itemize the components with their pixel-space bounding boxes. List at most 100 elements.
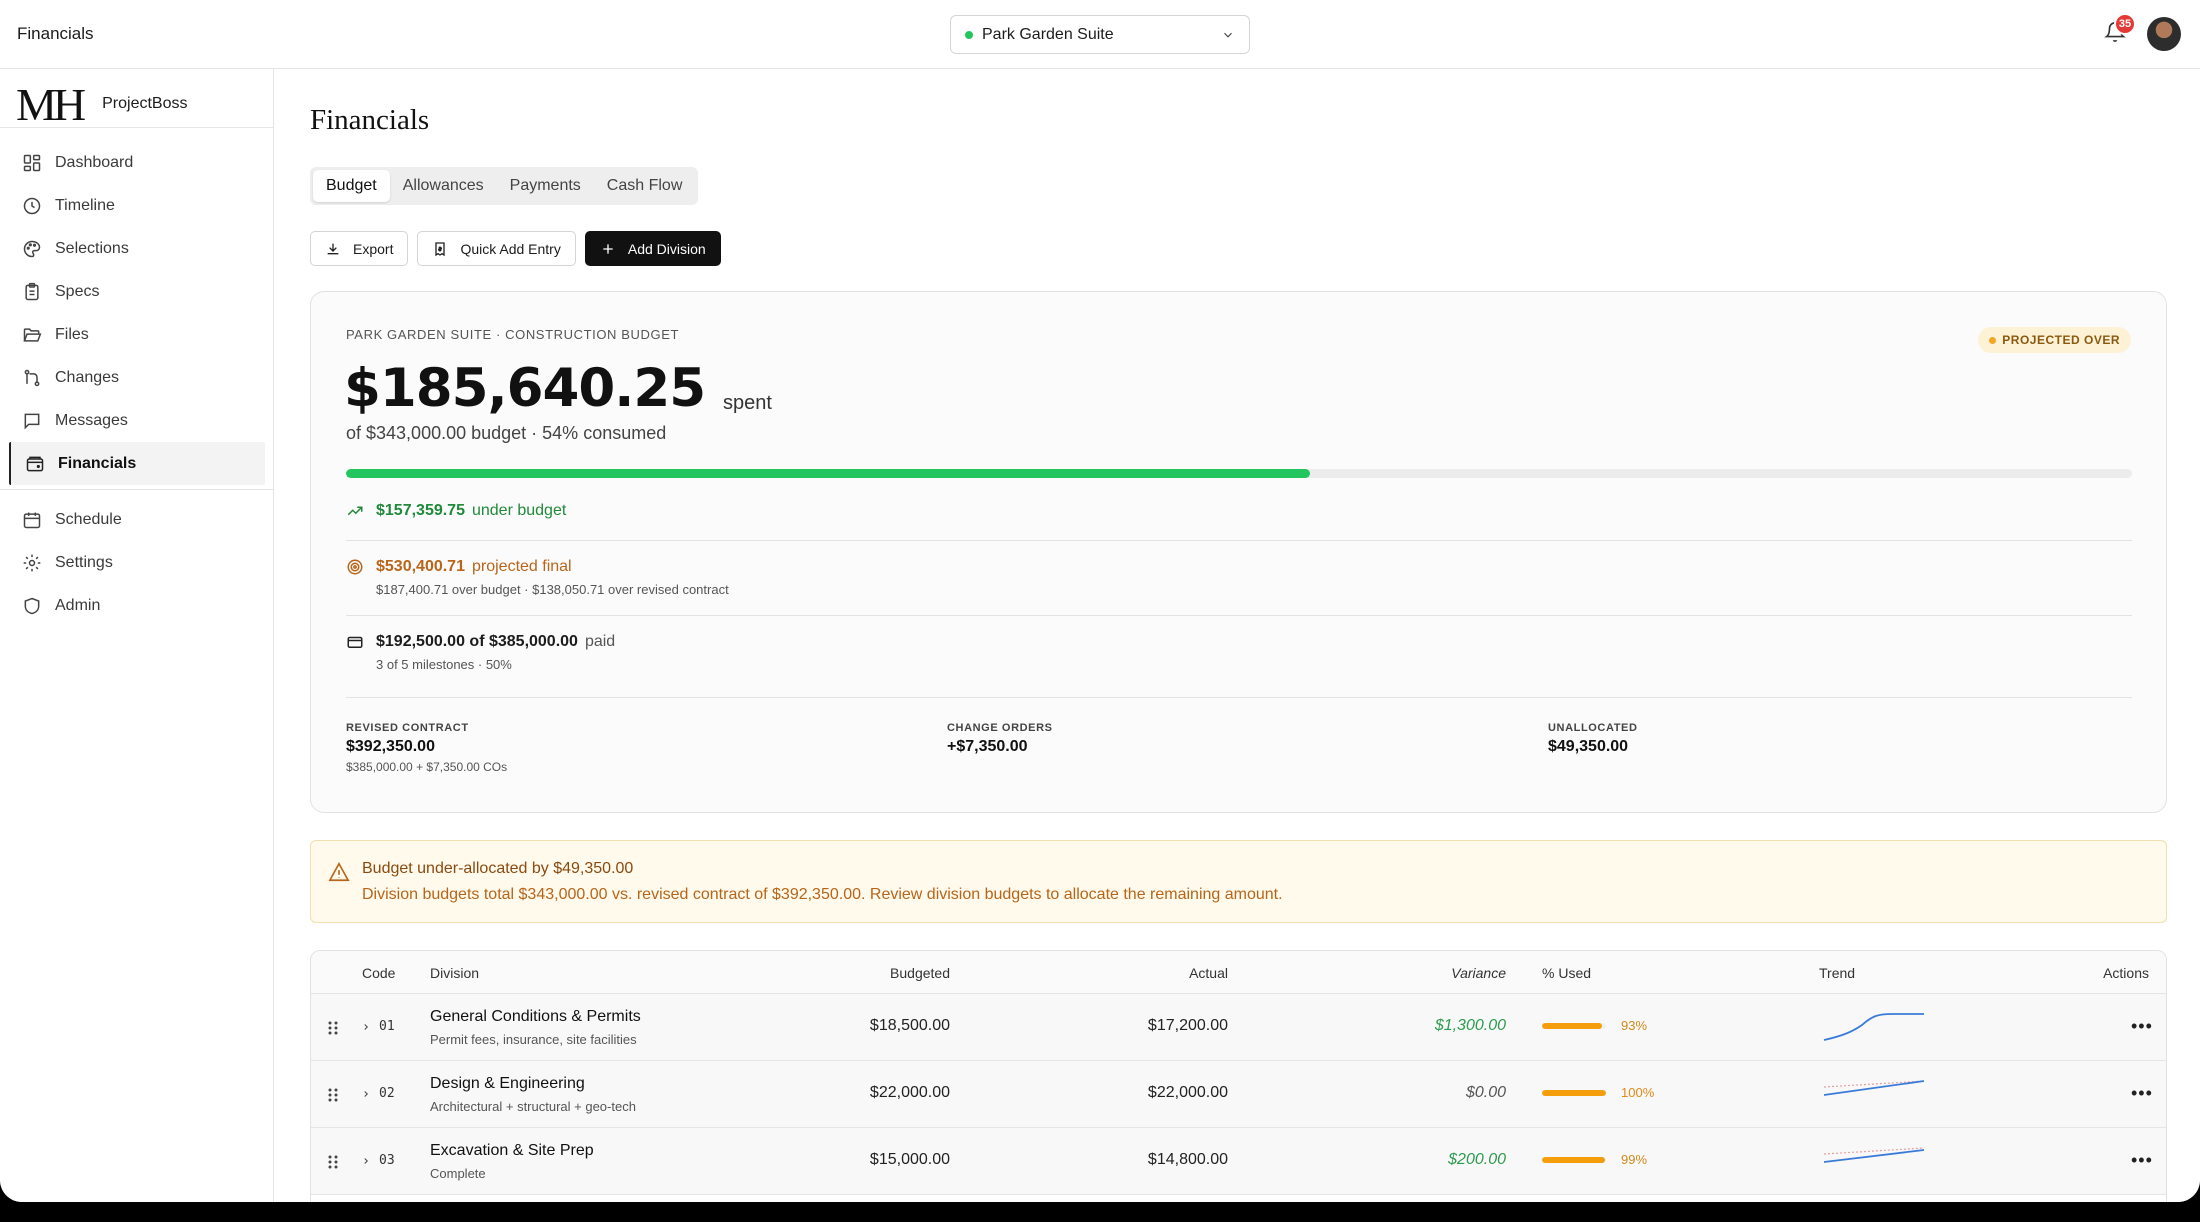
sidebar-item-files[interactable]: Files — [0, 313, 274, 356]
sidebar-item-label: Schedule — [55, 510, 122, 528]
variance-value: $200.00 — [1448, 1151, 1506, 1168]
usage-bar — [1542, 1022, 1606, 1029]
sidebar-item-messages[interactable]: Messages — [0, 399, 274, 442]
project-name: Park Garden Suite — [982, 25, 1114, 43]
stat-value: $49,350.00 — [1548, 738, 1629, 755]
sidebar-item-selections[interactable]: Selections — [0, 227, 274, 270]
stat-note: $385,000.00 + $7,350.00 COs — [346, 760, 508, 774]
usage-bar — [1542, 1156, 1606, 1163]
tab-allowances[interactable]: Allowances — [390, 170, 497, 202]
division-code[interactable]: 02 — [361, 1086, 395, 1101]
spent-suffix: spent — [723, 392, 772, 414]
actual-value: $14,800.00 — [1147, 1151, 1228, 1168]
row-actions-menu[interactable]: ••• — [2131, 1083, 2153, 1104]
brand-logo: MH — [16, 78, 86, 130]
change-orders-stat: CHANGE ORDERS +$7,350.00 — [947, 722, 1053, 756]
division-name: Design & Engineering — [430, 1075, 585, 1092]
export-button[interactable]: Export — [310, 231, 409, 266]
column-header-budgeted[interactable]: Budgeted — [890, 965, 950, 981]
trend-sparkline — [1823, 1080, 1925, 1096]
tab-payments[interactable]: Payments — [497, 170, 594, 202]
drag-handle-icon[interactable] — [327, 1087, 339, 1103]
primary-nav: Dashboard Timeline Selections Specs File… — [0, 141, 274, 627]
sidebar-item-label: Messages — [55, 411, 128, 429]
sidebar-item-label: Changes — [55, 368, 120, 386]
variance-value: $0.00 — [1465, 1084, 1506, 1101]
under-budget-label: under budget — [471, 502, 567, 519]
budget-subtitle: of $343,000.00 budget · 54% consumed — [346, 423, 667, 443]
column-header-used[interactable]: % Used — [1542, 965, 1591, 981]
quick-add-label: Quick Add Entry — [460, 240, 561, 257]
sidebar-item-label: Selections — [55, 239, 129, 257]
chevron-right-icon — [364, 1157, 368, 1164]
drag-handle-icon[interactable] — [327, 1020, 339, 1036]
paid-label: paid — [584, 633, 616, 650]
table-row[interactable]: 02 Design & Engineering Architectural + … — [311, 1061, 2166, 1128]
row-actions-menu[interactable]: ••• — [2131, 1150, 2153, 1171]
divider — [346, 615, 2132, 616]
row-actions-menu[interactable]: ••• — [2131, 1016, 2153, 1037]
code-value: 03 — [379, 1153, 395, 1168]
sidebar: MH ProjectBoss Dashboard Timeline Select… — [0, 69, 274, 1202]
sidebar-item-schedule[interactable]: Schedule — [0, 498, 274, 541]
add-division-button[interactable]: Add Division — [584, 231, 721, 266]
sidebar-item-timeline[interactable]: Timeline — [0, 184, 274, 227]
projected-final-label: projected final — [471, 558, 572, 575]
table-row[interactable]: 03 Excavation & Site Prep Complete $15,0… — [311, 1128, 2166, 1195]
column-header-trend: Trend — [1819, 965, 1856, 981]
sidebar-item-financials[interactable]: Financials — [9, 442, 265, 485]
toolbar: Export Quick Add Entry Add Division — [310, 231, 721, 266]
brand[interactable]: MH ProjectBoss — [16, 78, 188, 130]
quick-add-entry-button[interactable]: Quick Add Entry — [417, 231, 576, 266]
sidebar-item-label: Settings — [55, 553, 113, 571]
under-allocation-alert: Budget under-allocated by $49,350.00 Div… — [310, 840, 2167, 923]
sidebar-item-changes[interactable]: Changes — [0, 356, 274, 399]
projected-final-note: $187,400.71 over budget · $138,050.71 ov… — [376, 582, 729, 597]
division-code[interactable]: 03 — [361, 1153, 395, 1168]
status-dot — [965, 30, 973, 39]
alert-detail: Division budgets total $343,000.00 vs. r… — [362, 886, 1283, 903]
export-label: Export — [353, 240, 394, 257]
tab-budget[interactable]: Budget — [313, 170, 390, 202]
division-description: Permit fees, insurance, site facilities — [430, 1032, 637, 1047]
usage-bar-fill — [1542, 1156, 1606, 1163]
sidebar-item-dashboard[interactable]: Dashboard — [0, 141, 274, 184]
division-code[interactable]: 01 — [361, 1019, 395, 1034]
column-header-actual[interactable]: Actual — [1189, 965, 1228, 981]
unallocated-stat: UNALLOCATED $49,350.00 — [1548, 722, 1638, 756]
division-name: General Conditions & Permits — [430, 1008, 641, 1025]
trend-sparkline — [1823, 1147, 1925, 1163]
status-label: PROJECTED OVER — [2002, 333, 2120, 347]
palette-icon — [23, 240, 41, 257]
stat-value: +$7,350.00 — [947, 738, 1028, 755]
tab-cash-flow[interactable]: Cash Flow — [594, 170, 696, 202]
column-header-code[interactable]: Code — [362, 965, 395, 981]
table-row[interactable]: 01 General Conditions & Permits Permit f… — [311, 994, 2166, 1061]
paid-note: 3 of 5 milestones · 50% — [376, 657, 512, 672]
chevron-right-icon — [364, 1023, 368, 1030]
page-title: Financials — [310, 104, 430, 136]
budgeted-value: $15,000.00 — [869, 1151, 950, 1168]
avatar[interactable] — [2147, 17, 2181, 51]
stat-value: $392,350.00 — [346, 738, 435, 755]
actual-value: $17,200.00 — [1147, 1017, 1228, 1034]
dashboard-icon — [23, 154, 41, 171]
sidebar-item-specs[interactable]: Specs — [0, 270, 274, 313]
project-selector[interactable]: Park Garden Suite — [950, 15, 1250, 54]
target-icon — [346, 558, 364, 576]
column-header-division[interactable]: Division — [430, 965, 479, 981]
shield-icon — [24, 597, 40, 614]
app-window: Financials Park Garden Suite 35 MH Proje… — [0, 0, 2200, 1202]
receipt-icon — [435, 241, 446, 256]
sidebar-item-admin[interactable]: Admin — [0, 584, 274, 627]
plus-icon — [603, 243, 613, 254]
sidebar-item-label: Admin — [55, 596, 101, 614]
percent-used-value: 99% — [1621, 1152, 1648, 1167]
divider — [346, 540, 2132, 541]
code-value: 01 — [379, 1019, 395, 1034]
division-name: Excavation & Site Prep — [430, 1142, 594, 1159]
spent-amount: $185,640.25 — [344, 358, 706, 419]
drag-handle-icon[interactable] — [327, 1154, 339, 1170]
sidebar-item-settings[interactable]: Settings — [0, 541, 274, 584]
column-header-variance[interactable]: Variance — [1451, 965, 1506, 981]
